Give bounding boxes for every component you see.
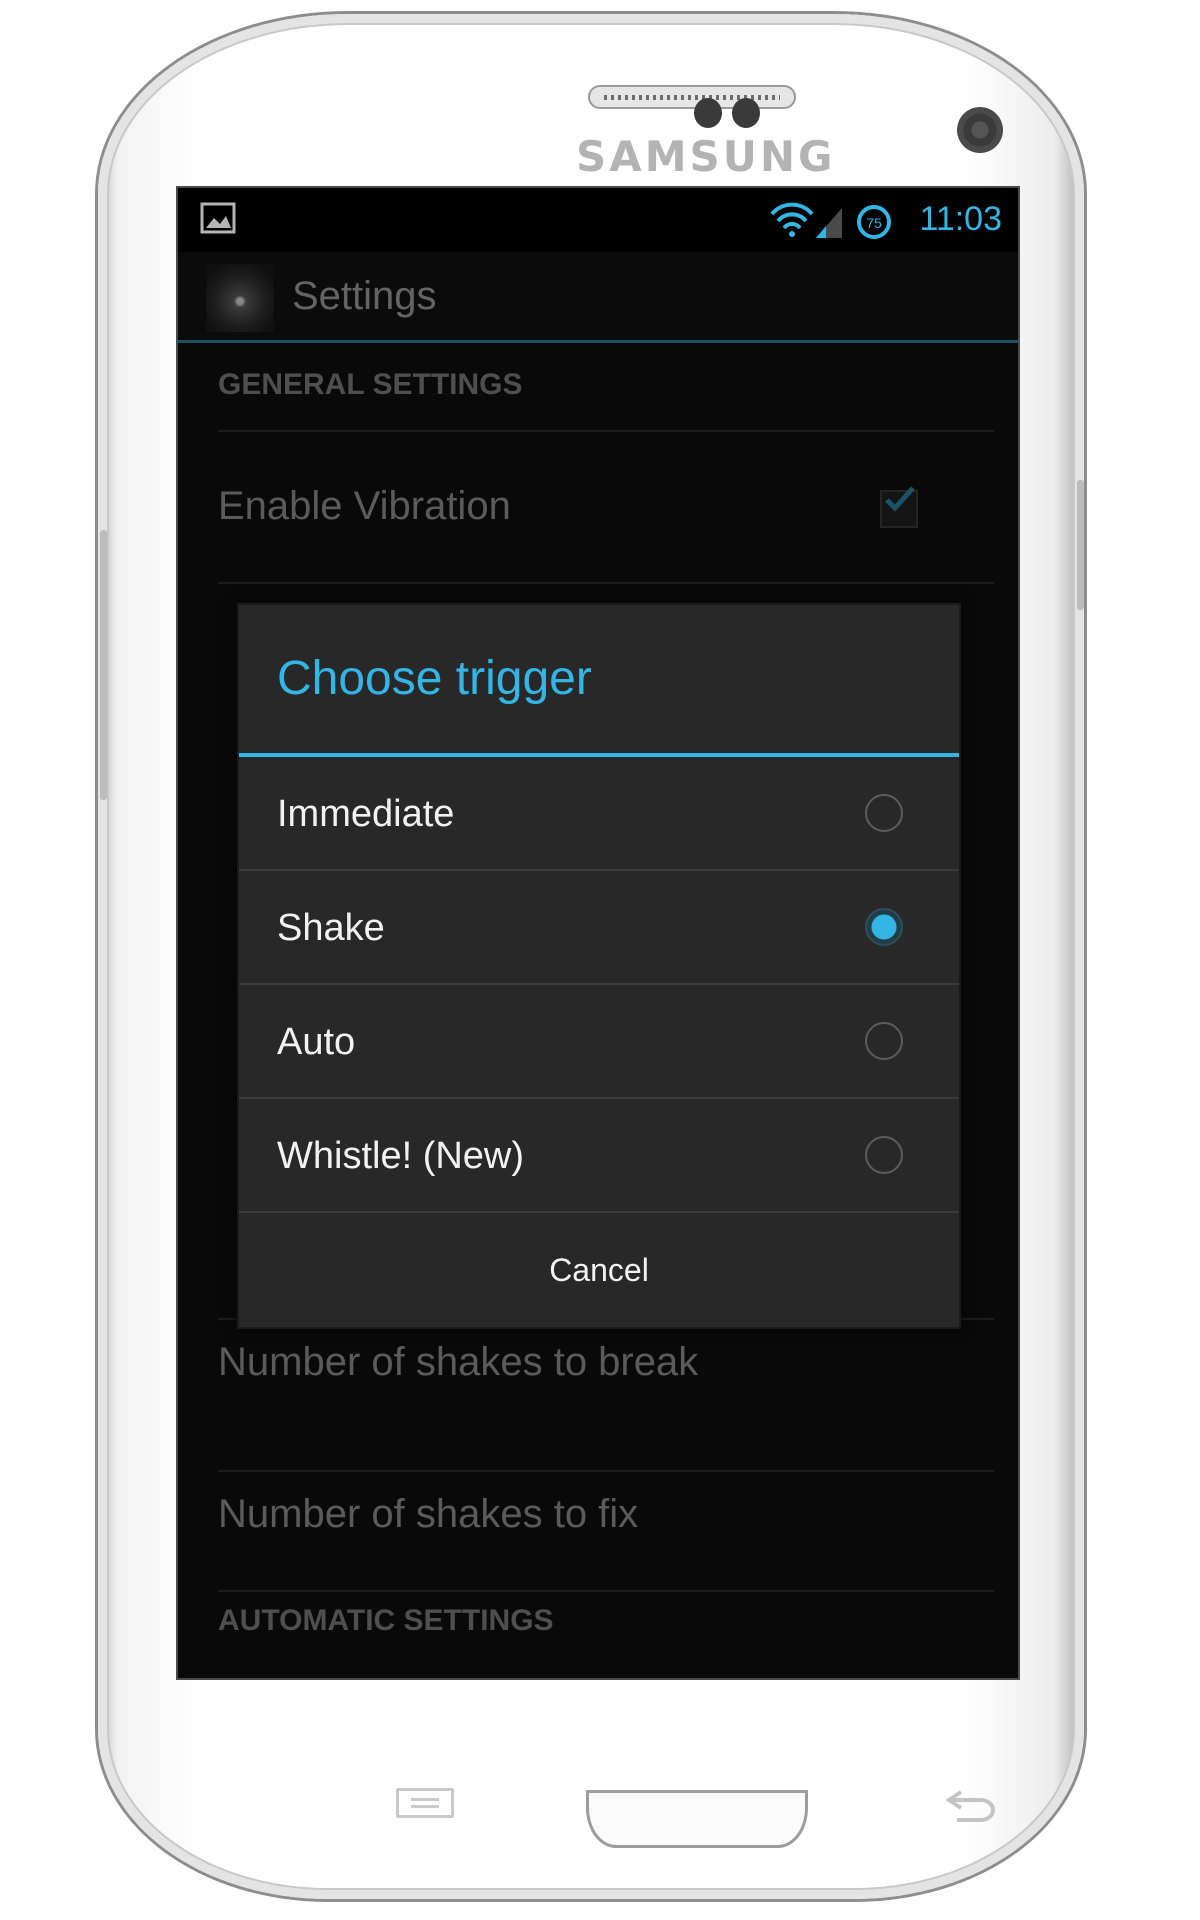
volume-rocker[interactable] — [100, 530, 107, 800]
radio-whistle[interactable] — [865, 1136, 903, 1174]
radio-shake[interactable] — [865, 908, 903, 946]
cancel-button[interactable]: Cancel — [239, 1213, 959, 1327]
phone-screen: 75 11:03 Settings GENERAL SETTINGS Enabl… — [176, 186, 1020, 1680]
option-auto[interactable]: Auto — [239, 985, 959, 1099]
option-immediate[interactable]: Immediate — [239, 757, 959, 871]
radio-auto[interactable] — [865, 1022, 903, 1060]
menu-key-icon[interactable] — [396, 1788, 454, 1818]
brand-logo: SAMSUNG — [576, 132, 836, 181]
option-shake[interactable]: Shake — [239, 871, 959, 985]
data-saver-icon: 75 — [857, 205, 891, 239]
dialog-title: Choose trigger — [277, 652, 592, 705]
option-whistle[interactable]: Whistle! (New) — [239, 1099, 959, 1213]
light-sensor — [732, 98, 760, 128]
choose-trigger-dialog: Choose trigger Immediate Shake Auto Whis… — [237, 603, 961, 1329]
svg-text:75: 75 — [866, 215, 882, 231]
status-bar: 75 11:03 — [178, 188, 1018, 252]
earpiece-speaker — [588, 85, 796, 109]
front-camera — [957, 107, 1003, 153]
radio-immediate[interactable] — [865, 794, 903, 832]
clock: 11:03 — [919, 200, 1002, 238]
back-key-icon[interactable] — [943, 1784, 1003, 1824]
picture-icon — [200, 202, 236, 234]
status-icons: 75 — [770, 202, 891, 239]
power-button[interactable] — [1077, 480, 1084, 610]
wifi-icon — [770, 202, 814, 237]
proximity-sensor — [694, 98, 722, 128]
home-button[interactable] — [586, 1790, 808, 1848]
